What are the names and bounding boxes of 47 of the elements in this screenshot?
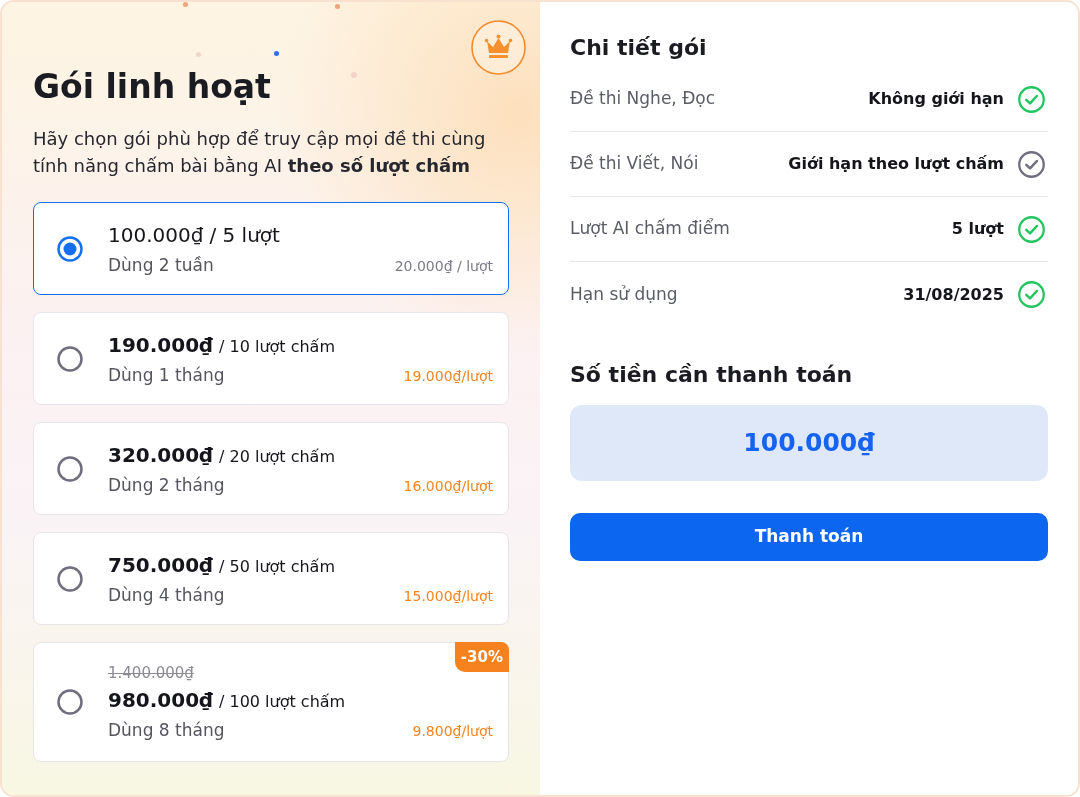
plan-duration: Dùng 1 tháng <box>108 364 225 387</box>
plan-duration: Dùng 8 tháng <box>108 718 225 742</box>
detail-value: Không giới hạn <box>868 88 1004 110</box>
section-title: Chi tiết gói <box>570 34 708 62</box>
per-use-price: 16.000₫/lượt <box>403 477 493 496</box>
plan-quota: / 5 lượt <box>209 222 280 249</box>
plan-option[interactable]: 1.400.000₫ 980.000₫ / 100 lượt chấm Dùng 8 tháng 9.800₫/lượt -30% <box>33 642 509 762</box>
promo-description: Hãy chọn gói phù hợp để truy cập mọi đề thi cùng tính năng chấm bài bằng AI theo số lượt chấm <box>33 127 487 178</box>
plan-price: 980.000₫ <box>108 686 213 714</box>
plan-duration: Dùng 2 tháng <box>108 474 225 497</box>
plan-option[interactable]: 750.000₫ / 50 lượt chấm Dùng 4 tháng 15.000₫/lượt <box>33 532 509 625</box>
detail-value: 31/08/2025 <box>903 283 1004 306</box>
plan-option[interactable]: 190.000₫ / 10 lượt chấm Dùng 1 tháng 19.000₫/lượt <box>33 312 509 405</box>
plan-price: 190.000₫ <box>108 332 213 359</box>
per-use-price: 19.000₫/lượt <box>403 367 493 386</box>
section-title: Số tiền cần thanh toán <box>570 361 854 389</box>
radio-button[interactable] <box>57 455 83 482</box>
detail-label: Đề thi Nghe, Đọc <box>570 87 716 111</box>
per-use-price: 20.000₫ / lượt <box>394 257 493 276</box>
radio-button[interactable] <box>57 345 83 372</box>
plan-quota: / 100 lượt chấm <box>219 690 346 713</box>
plan-quota: / 50 lượt chấm <box>219 556 335 578</box>
radio-button[interactable] <box>57 235 83 262</box>
plan-option[interactable]: 100.000₫ / 5 lượt Dùng 2 tuần 20.000₫ / lượt <box>33 202 509 295</box>
detail-label: Lượt AI chấm điểm <box>570 217 730 241</box>
detail-value: 5 lượt <box>951 218 1004 240</box>
plan-quota: / 10 lượt chấm <box>219 336 335 358</box>
plan-price: 100.000₫ <box>108 222 204 249</box>
detail-label: Đề thi Viết, Nói <box>570 152 699 176</box>
radio-button[interactable] <box>57 689 83 715</box>
plan-duration: Dùng 2 tuần <box>108 254 214 277</box>
detail-value: Giới hạn theo lượt chấm <box>788 153 1004 175</box>
plan-option[interactable]: 320.000₫ / 20 lượt chấm Dùng 2 tháng 16.000₫/lượt <box>33 422 509 515</box>
per-use-price: 15.000₫/lượt <box>403 587 493 606</box>
discount-badge: -30% <box>454 642 509 672</box>
pay-button[interactable]: Thanh toán <box>570 513 1048 561</box>
original-price: 1.400.000₫ <box>108 662 194 684</box>
plan-price: 320.000₫ <box>108 442 213 469</box>
radio-button[interactable] <box>57 565 83 592</box>
detail-label: Hạn sử dụng <box>570 282 678 306</box>
promo-title: Gói linh hoạt <box>33 66 271 108</box>
plan-quota: / 20 lượt chấm <box>219 446 335 468</box>
crown-icon <box>471 20 526 75</box>
per-use-price: 9.800₫/lượt <box>412 721 493 741</box>
plan-duration: Dùng 4 tháng <box>108 584 225 607</box>
payment-amount: 100.000₫ <box>743 427 875 460</box>
plan-price: 750.000₫ <box>108 552 213 579</box>
